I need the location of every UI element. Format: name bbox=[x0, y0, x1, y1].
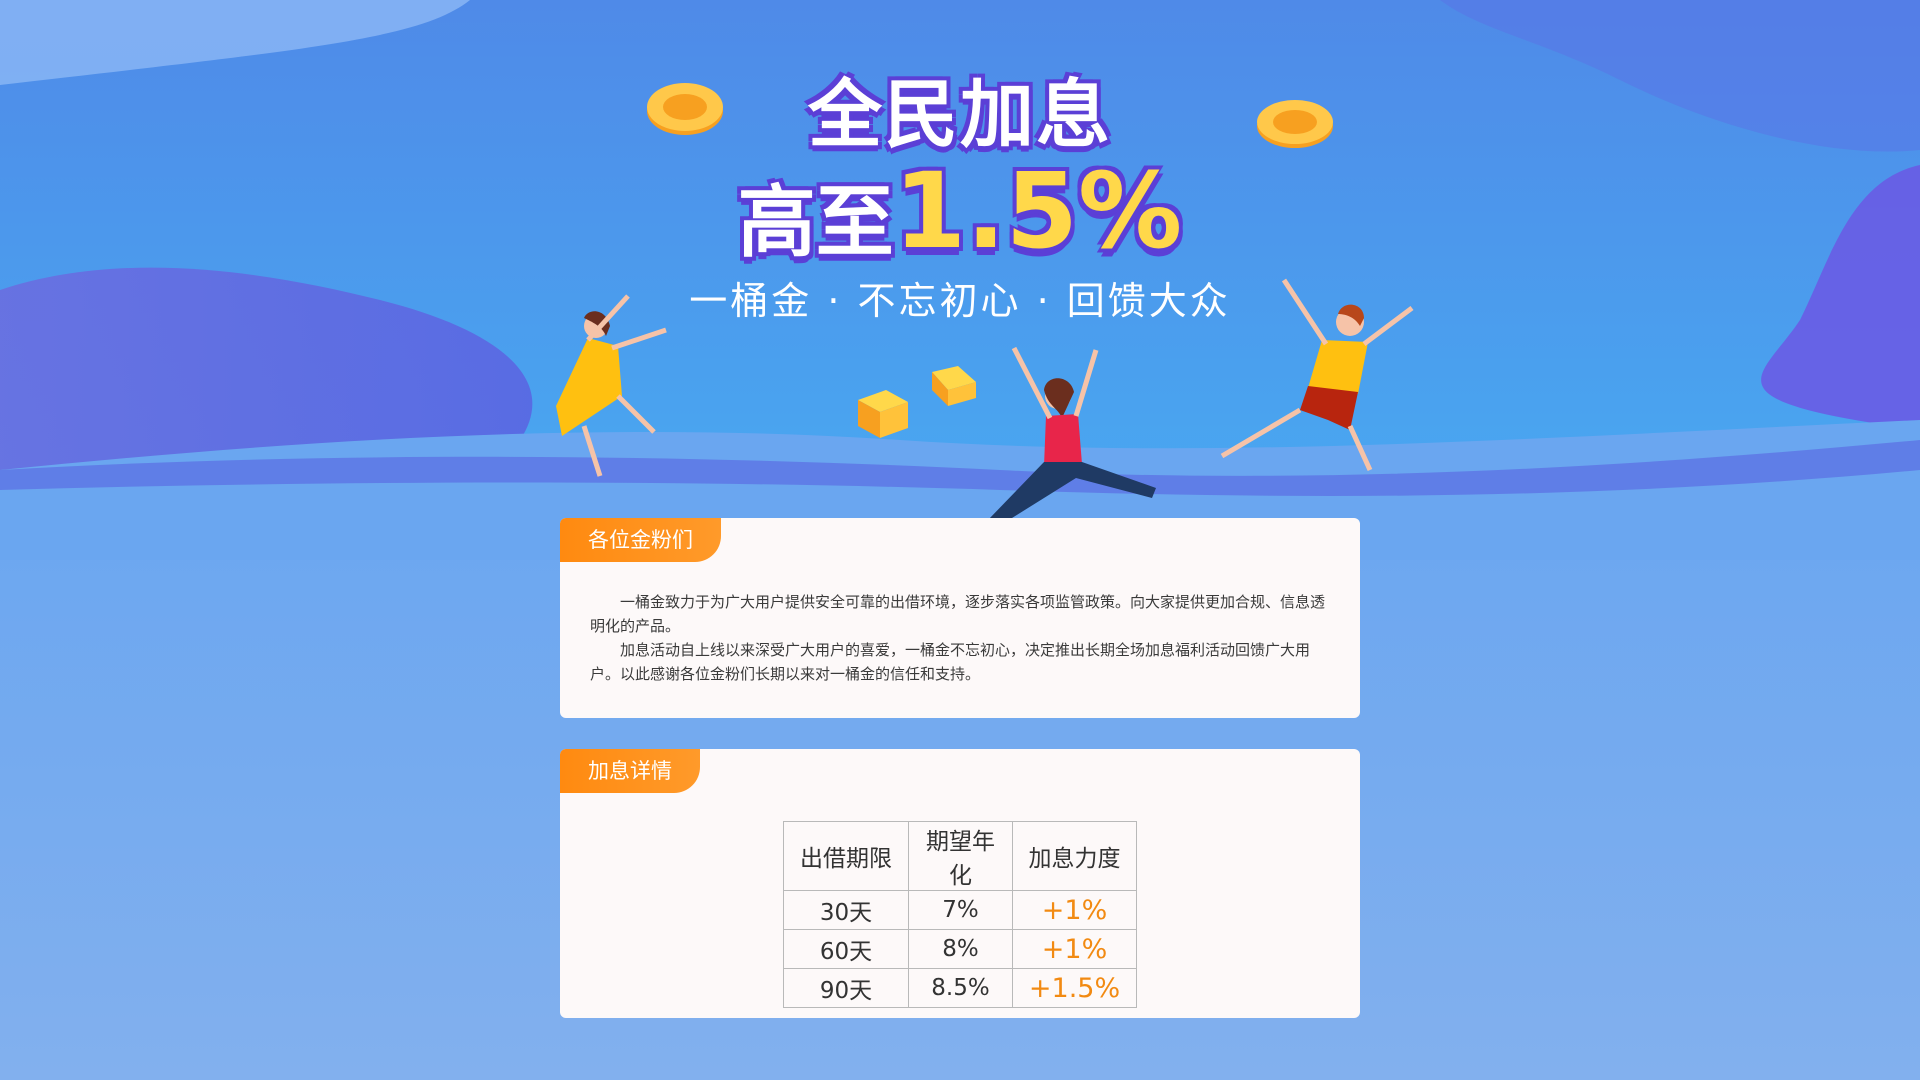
detail-card: 加息详情 出借期限 期望年化 加息力度 30天 7% +1% 60天 8% +1… bbox=[560, 749, 1360, 1018]
hero-title-prefix: 高至 bbox=[737, 178, 894, 268]
bonus-cell: +1% bbox=[1012, 890, 1137, 930]
rate-table: 出借期限 期望年化 加息力度 30天 7% +1% 60天 8% +1% 90天… bbox=[783, 821, 1137, 1008]
intro-tag: 各位金粉们 bbox=[560, 518, 721, 562]
hero-title-line1: 全民加息 bbox=[808, 72, 1112, 158]
intro-paragraph-2: 加息活动自上线以来深受广大用户的喜爱，一桶金不忘初心，决定推出长期全场加息福利活… bbox=[590, 641, 1311, 683]
table-header-cell: 加息力度 bbox=[1012, 821, 1137, 891]
term-cell: 30天 bbox=[783, 890, 909, 930]
term-cell: 90天 bbox=[783, 968, 909, 1008]
term-cell: 60天 bbox=[783, 929, 909, 969]
bonus-cell: +1.5% bbox=[1012, 968, 1137, 1008]
hero-title-rate: 1.5% bbox=[893, 150, 1183, 272]
intro-card: 各位金粉们 一桶金致力于为广大用户提供安全可靠的出借环境，逐步落实各项监管政策。… bbox=[560, 518, 1360, 718]
jumping-woman-red-illustration bbox=[988, 346, 1156, 528]
table-header-cell: 出借期限 bbox=[783, 821, 909, 891]
hero-title-line2: 高至1.5% bbox=[0, 150, 1920, 272]
table-header-row: 出借期限 期望年化 加息力度 bbox=[783, 821, 1137, 891]
table-row: 60天 8% +1% bbox=[783, 929, 1137, 969]
rate-cell: 7% bbox=[908, 890, 1013, 930]
rate-cell: 8% bbox=[908, 929, 1013, 969]
table-row: 30天 7% +1% bbox=[783, 890, 1137, 930]
gold-bar-icon bbox=[858, 390, 908, 438]
intro-paragraph-1: 一桶金致力于为广大用户提供安全可靠的出借环境，逐步落实各项监管政策。向大家提供更… bbox=[590, 593, 1326, 635]
hero-slogan: 一桶金 · 不忘初心 · 回馈大众 bbox=[689, 279, 1231, 323]
intro-text: 一桶金致力于为广大用户提供安全可靠的出借环境，逐步落实各项监管政策。向大家提供更… bbox=[590, 590, 1330, 686]
bonus-cell: +1% bbox=[1012, 929, 1137, 969]
detail-tag: 加息详情 bbox=[560, 749, 700, 793]
table-row: 90天 8.5% +1.5% bbox=[783, 968, 1137, 1008]
rate-cell: 8.5% bbox=[908, 968, 1013, 1008]
table-header-cell: 期望年化 bbox=[908, 821, 1013, 891]
